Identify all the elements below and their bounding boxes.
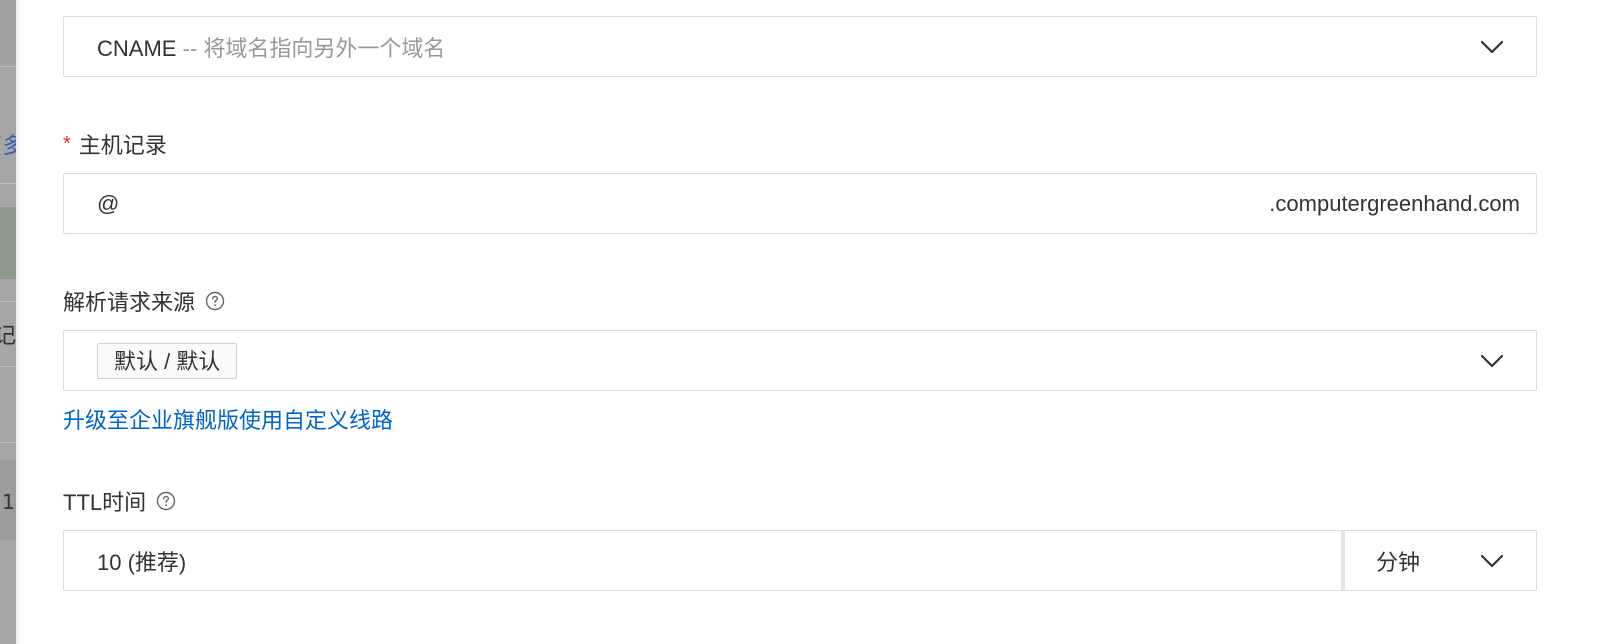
help-circle-icon[interactable]	[205, 291, 225, 311]
record-type-value: CNAME -- 将域名指向另外一个域名	[97, 35, 446, 61]
ttl-value-select[interactable]: 10 (推荐)	[97, 545, 186, 577]
resolve-source-label: 解析请求来源	[63, 285, 225, 317]
ttl-divider	[1341, 531, 1345, 590]
ttl-select-group: 10 (推荐) 分钟	[63, 530, 1537, 591]
chevron-down-icon[interactable]	[1480, 554, 1504, 568]
background-page-strip: [多 记 1	[0, 0, 16, 644]
host-record-input[interactable]: @ .computergreenhand.com	[63, 173, 1537, 234]
ttl-unit-select[interactable]: 分钟	[1376, 545, 1420, 577]
background-peek-text: [多	[0, 134, 16, 159]
resolve-source-select[interactable]: 默认 / 默认	[63, 330, 1537, 391]
domain-suffix: .computergreenhand.com	[1269, 190, 1520, 216]
required-mark: *	[63, 132, 71, 155]
background-peek-text: 1	[2, 490, 15, 514]
host-record-value: @	[97, 190, 120, 216]
selected-line-tag: 默认 / 默认	[97, 343, 238, 379]
record-type-select[interactable]: CNAME -- 将域名指向另外一个域名	[63, 16, 1537, 77]
background-peek-text: 记	[0, 324, 16, 349]
chevron-down-icon[interactable]	[1480, 40, 1504, 54]
drawer-shadow	[16, 0, 20, 644]
help-circle-icon[interactable]	[156, 491, 176, 511]
ttl-label: TTL时间	[63, 485, 176, 517]
host-record-label: * 主机记录	[63, 132, 167, 159]
dns-record-drawer: [多 记 1 CNAME -- 将域名指向另外一个域名 * 主机记录 @ .co…	[0, 0, 1598, 644]
chevron-down-icon[interactable]	[1480, 354, 1504, 368]
upgrade-link[interactable]: 升级至企业旗舰版使用自定义线路	[63, 403, 393, 435]
